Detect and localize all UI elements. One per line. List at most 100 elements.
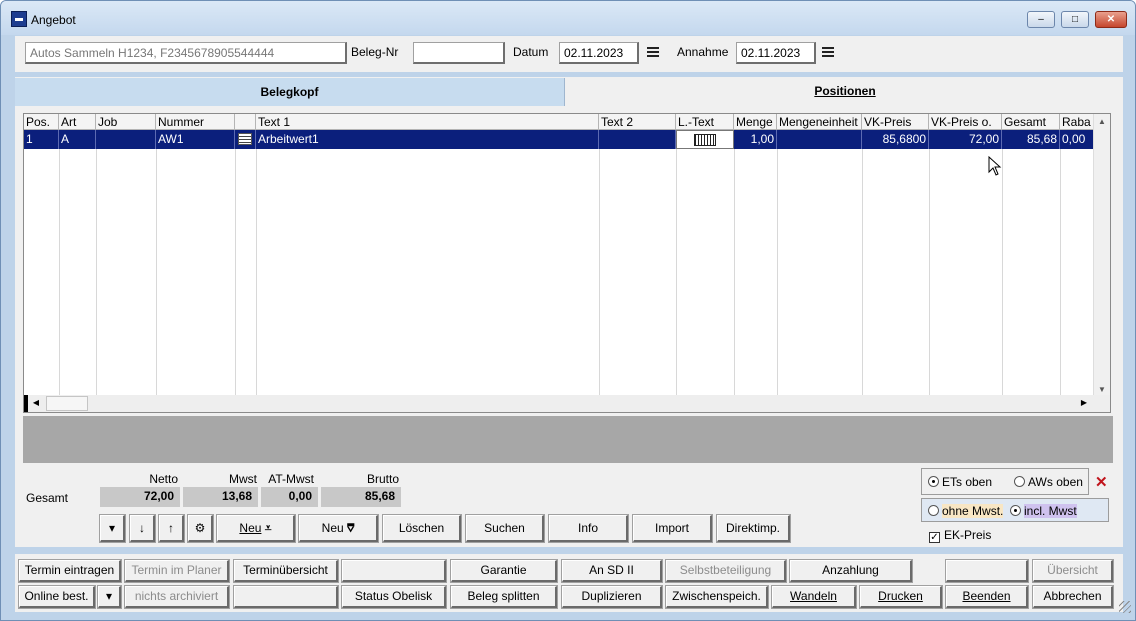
settings-button[interactable]: ⚙ [187,514,214,543]
tab-belegkopf[interactable]: Belegkopf [15,78,565,106]
cell-text1[interactable]: Arbeitwert1 [256,130,599,149]
termin-eintragen-button[interactable]: Termin eintragen [18,559,122,583]
loeschen-button[interactable]: Löschen [382,514,462,543]
termin-im-planer-button[interactable]: Termin im Planer [124,559,230,583]
ek-preis-checkbox[interactable]: ✓ EK-Preis [929,528,991,543]
cell-nummer[interactable]: AW1 [156,130,235,149]
window-title: Angebot [31,13,76,27]
beleg-nr-field[interactable] [413,42,505,64]
col-header-pos[interactable]: Pos. [24,114,59,130]
uebersicht-button[interactable]: Übersicht [1032,559,1114,583]
cell-vk-preis[interactable]: 85,6800 [862,130,929,149]
status-obelisk-button[interactable]: Status Obelisk [341,585,447,609]
positions-grid: Pos. Art Job Nummer Text 1 Text 2 L.-Tex… [23,113,1111,413]
chevron-down-icon: ▾ [108,521,116,535]
blank-button-2[interactable] [945,559,1029,583]
duplizieren-button[interactable]: Duplizieren [561,585,663,609]
annahme-calendar-icon[interactable] [822,47,834,57]
at-mwst-label: AT-Mwst [268,472,314,486]
title-bar[interactable]: Angebot – □ ✕ [1,1,1135,35]
an-sd-ii-button[interactable]: An SD II [561,559,663,583]
col-header-vk-preis[interactable]: VK-Preis [862,114,929,130]
move-up-button[interactable]: ↑ [158,514,185,543]
cell-gesamt[interactable]: 85,68 [1002,130,1060,149]
cell-ltext[interactable] [676,130,734,149]
cell-job[interactable] [96,130,156,149]
nichts-archiviert-button[interactable]: nichts archiviert [124,585,230,609]
neu-between-button[interactable]: Neu ⩢ [298,514,379,543]
move-down-button[interactable]: ↓ [129,514,156,543]
col-header-mengeneinheit[interactable]: Mengeneinheit [777,114,862,130]
col-header-job[interactable]: Job [96,114,156,130]
datum-calendar-icon[interactable] [647,47,659,57]
cell-list-icon[interactable] [235,130,256,149]
beenden-button[interactable]: Beenden [945,585,1029,609]
col-header-vk-preis-o[interactable]: VK-Preis o. [929,114,1002,130]
close-button[interactable]: ✕ [1095,11,1127,28]
anzahlung-button[interactable]: Anzahlung [789,559,913,583]
scroll-up-icon[interactable]: ▲ [1094,114,1110,130]
annahme-field[interactable]: 02.11.2023 [736,42,816,64]
neu-below-button[interactable]: Neu ⩡ [216,514,296,543]
selbstbeteiligung-button[interactable]: Selbstbeteiligung [665,559,787,583]
list-icon[interactable] [238,133,252,145]
brutto-value: 85,68 [321,487,401,507]
horizontal-scrollbar[interactable]: ◀ ▶ [24,395,1110,412]
netto-value: 72,00 [100,487,180,507]
col-header-nummer[interactable]: Nummer [156,114,235,130]
cell-menge[interactable]: 1,00 [734,130,777,149]
terminuebersicht-button[interactable]: Terminübersicht [233,559,339,583]
customer-field[interactable]: Autos Sammeln H1234, F2345678905544444 [25,42,347,64]
cell-text2[interactable] [599,130,676,149]
scroll-thumb[interactable] [46,396,88,411]
col-header-text1[interactable]: Text 1 [256,114,599,130]
close-x-icon[interactable]: ✕ [1095,473,1108,491]
blank-button-3[interactable] [233,585,339,609]
import-button[interactable]: Import [632,514,713,543]
resize-grip-icon[interactable] [1119,601,1131,613]
scroll-right-icon[interactable]: ▶ [1076,395,1092,411]
cell-art[interactable]: A [59,130,96,149]
col-header-ltext[interactable]: L.-Text [676,114,734,130]
info-button[interactable]: Info [548,514,629,543]
suchen-button[interactable]: Suchen [465,514,545,543]
dropdown-button[interactable]: ▾ [99,514,126,543]
col-header-menge[interactable]: Menge [734,114,777,130]
incl-mwst-radio[interactable]: incl. Mwst [1010,504,1077,518]
online-best-button[interactable]: Online best. [18,585,96,609]
abbrechen-button[interactable]: Abbrechen [1032,585,1114,609]
vertical-scrollbar[interactable]: ▲ ▼ [1093,114,1110,398]
tab-positionen[interactable]: Positionen [567,77,1123,105]
wandeln-button[interactable]: Wandeln [771,585,857,609]
header-panel: Autos Sammeln H1234, F2345678905544444 B… [15,36,1123,72]
drucken-button[interactable]: Drucken [859,585,943,609]
col-header-rabatt[interactable]: Raba [1060,114,1094,130]
mwst-value: 13,68 [183,487,258,507]
blank-button-1[interactable] [341,559,447,583]
aws-oben-label: AWs oben [1028,475,1083,489]
angebot-window: Angebot – □ ✕ Autos Sammeln H1234, F2345… [0,0,1136,621]
zwischenspeichern-button[interactable]: Zwischenspeich. [665,585,769,609]
beleg-splitten-button[interactable]: Beleg splitten [450,585,558,609]
garantie-button[interactable]: Garantie [450,559,558,583]
minimize-button[interactable]: – [1027,11,1055,28]
ets-oben-radio[interactable]: ETs oben [928,475,992,489]
info-bar [23,416,1113,463]
online-best-dropdown[interactable]: ▾ [97,585,122,609]
scroll-left-icon[interactable]: ◀ [28,395,44,411]
col-header-text2[interactable]: Text 2 [599,114,676,130]
cell-pos[interactable]: 1 [24,130,59,149]
direktimp-button[interactable]: Direktimp. [716,514,791,543]
datum-field[interactable]: 02.11.2023 [559,42,639,64]
maximize-button[interactable]: □ [1061,11,1089,28]
ohne-mwst-radio[interactable]: ohne Mwst. [928,504,1004,518]
cell-rabatt[interactable]: 0,00 [1060,130,1094,149]
col-header-icon[interactable] [235,114,256,130]
col-header-art[interactable]: Art [59,114,96,130]
aws-oben-radio[interactable]: AWs oben [1014,475,1083,489]
cell-vk-preis-o[interactable]: 72,00 [929,130,1002,149]
col-header-gesamt[interactable]: Gesamt [1002,114,1060,130]
mwst-label: Mwst [229,472,257,486]
cell-einheit[interactable] [777,130,862,149]
ltext-button-icon[interactable] [694,134,716,146]
